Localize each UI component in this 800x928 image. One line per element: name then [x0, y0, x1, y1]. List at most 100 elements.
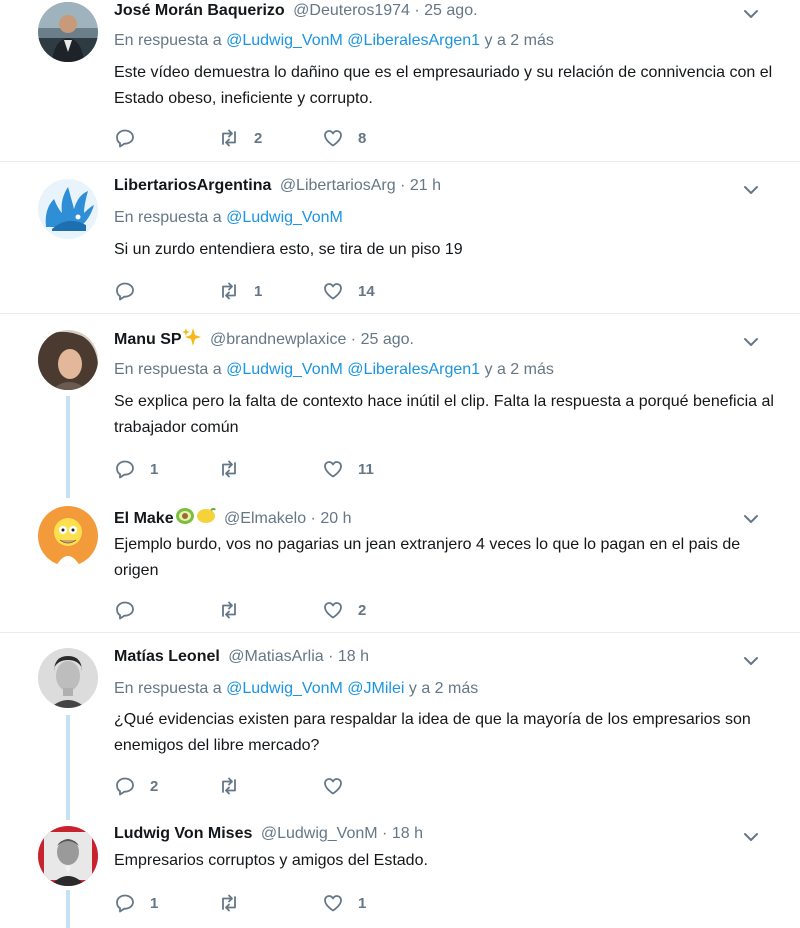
mention-link[interactable]: @Ludwig_VonM	[226, 680, 343, 697]
tweet-text: Este vídeo demuestra lo dañino que es el…	[114, 64, 773, 107]
tweet[interactable]: El Make @Elmakelo · 20 h Ejemplo burdo, …	[0, 504, 800, 632]
reply-prefix: En respuesta a	[114, 680, 222, 697]
like-count: 11	[358, 460, 374, 478]
retweet-count: 1	[254, 282, 263, 300]
retweet-button[interactable]: 2	[218, 126, 262, 150]
reply-button[interactable]	[114, 598, 150, 622]
mention-link[interactable]: @Ludwig_VonM	[226, 361, 343, 378]
tweet-header: Manu SP @brandnewplaxice · 25 ago.	[114, 327, 414, 354]
user-handle[interactable]: @Ludwig_VonM	[261, 825, 378, 842]
reply-icon	[116, 129, 134, 148]
separator-dot: ·	[382, 825, 388, 842]
tweet-text: Se explica pero la falta de contexto hac…	[114, 393, 774, 436]
retweet-icon	[222, 894, 236, 912]
reply-context: En respuesta a @Ludwig_VonM @LiberalesAr…	[114, 359, 554, 381]
timestamp[interactable]: 25 ago.	[424, 2, 477, 19]
avatar[interactable]	[38, 826, 98, 886]
mention-link[interactable]: @Ludwig_VonM	[226, 32, 343, 49]
mention-link[interactable]: @LiberalesArgen1	[347, 361, 480, 378]
timestamp[interactable]: 25 ago.	[361, 331, 414, 348]
avatar[interactable]	[38, 506, 98, 566]
tweet-menu-button[interactable]	[740, 650, 762, 672]
mention-link[interactable]: @Ludwig_VonM	[226, 209, 343, 226]
reply-button[interactable]: 1	[114, 457, 158, 481]
retweet-button[interactable]	[218, 774, 254, 798]
reply-count: 1	[150, 894, 159, 912]
mention-link[interactable]: @LiberalesArgen1	[347, 32, 480, 49]
reply-button[interactable]: 1	[114, 891, 158, 915]
timestamp[interactable]: 20 h	[320, 510, 351, 527]
tweet[interactable]: Manu SP @brandnewplaxice · 25 ago. En re…	[0, 327, 800, 492]
reply-suffix[interactable]: y a 2 más	[409, 680, 478, 697]
tweet[interactable]: LibertariosArgentina @LibertariosArg · 2…	[0, 175, 800, 313]
tweet-header: El Make @Elmakelo · 20 h	[114, 506, 351, 533]
reply-button[interactable]	[114, 126, 150, 150]
like-button[interactable]	[322, 774, 358, 798]
reply-prefix: En respuesta a	[114, 32, 222, 49]
timestamp[interactable]: 18 h	[392, 825, 423, 842]
reply-suffix[interactable]: y a 2 más	[485, 361, 554, 378]
lemon-icon	[196, 506, 216, 533]
avatar[interactable]	[38, 330, 98, 390]
avocado-icon	[174, 506, 196, 533]
timestamp[interactable]: 21 h	[410, 177, 441, 194]
tweet-header: José Morán Baquerizo @Deuteros1974 · 25 …	[114, 0, 478, 22]
tweet-menu-button[interactable]	[740, 331, 762, 353]
avatar[interactable]	[38, 2, 98, 62]
display-name[interactable]: LibertariosArgentina	[114, 177, 271, 194]
heart-icon	[324, 461, 342, 478]
display-name[interactable]: Manu SP	[114, 331, 182, 348]
tweet-separator	[0, 632, 800, 633]
heart-icon	[324, 130, 342, 147]
tweet-menu-button[interactable]	[740, 3, 762, 25]
heart-icon	[324, 283, 342, 300]
like-count: 8	[358, 129, 367, 147]
avatar[interactable]	[38, 648, 98, 708]
like-count: 14	[358, 282, 375, 300]
tweet-menu-button[interactable]	[740, 508, 762, 530]
tweet-menu-button[interactable]	[740, 826, 762, 848]
mention-link[interactable]: @JMilei	[347, 680, 404, 697]
chevron-down-icon	[744, 338, 758, 346]
retweet-button[interactable]	[218, 598, 254, 622]
user-handle[interactable]: @MatiasArlia	[228, 648, 323, 665]
display-name[interactable]: José Morán Baquerizo	[114, 2, 285, 19]
separator-dot: ·	[328, 648, 334, 665]
user-handle[interactable]: @LibertariosArg	[280, 177, 396, 194]
like-button[interactable]: 2	[322, 598, 366, 622]
retweet-button[interactable]	[218, 457, 254, 481]
user-handle[interactable]: @Deuteros1974	[293, 2, 410, 19]
display-name[interactable]: Ludwig Von Mises	[114, 825, 252, 842]
reply-button[interactable]: 2	[114, 774, 158, 798]
retweet-icon	[222, 282, 236, 300]
like-button[interactable]: 8	[322, 126, 366, 150]
tweet[interactable]: José Morán Baquerizo @Deuteros1974 · 25 …	[0, 0, 800, 161]
avatar[interactable]	[38, 179, 98, 239]
chevron-down-icon	[744, 657, 758, 665]
chevron-down-icon	[744, 833, 758, 841]
reply-icon	[116, 460, 134, 479]
timestamp[interactable]: 18 h	[338, 648, 369, 665]
display-name[interactable]: Matías Leonel	[114, 648, 220, 665]
retweet-count: 2	[254, 129, 263, 147]
tweet[interactable]: Ludwig Von Mises @Ludwig_VonM · 18 h Emp…	[0, 823, 800, 928]
reply-suffix[interactable]: y a 2 más	[485, 32, 554, 49]
display-name[interactable]: El Make	[114, 510, 174, 527]
retweet-button[interactable]: 1	[218, 279, 262, 303]
separator-dot: ·	[310, 510, 316, 527]
user-handle[interactable]: @brandnewplaxice	[210, 331, 346, 348]
tweet[interactable]: Matías Leonel @MatiasArlia · 18 h En res…	[0, 646, 800, 814]
like-count: 2	[358, 601, 367, 619]
retweet-icon	[222, 601, 236, 619]
like-button[interactable]: 14	[322, 279, 375, 303]
like-button[interactable]: 1	[322, 891, 366, 915]
reply-context: En respuesta a @Ludwig_VonM @JMilei y a …	[114, 678, 478, 700]
sparkles-icon	[181, 327, 202, 354]
user-handle[interactable]: @Elmakelo	[224, 510, 306, 527]
reply-context: En respuesta a @Ludwig_VonM @LiberalesAr…	[114, 30, 554, 52]
reply-count: 1	[150, 460, 159, 478]
like-button[interactable]: 11	[322, 457, 374, 481]
reply-button[interactable]	[114, 279, 150, 303]
retweet-button[interactable]	[218, 891, 254, 915]
tweet-menu-button[interactable]	[740, 179, 762, 201]
